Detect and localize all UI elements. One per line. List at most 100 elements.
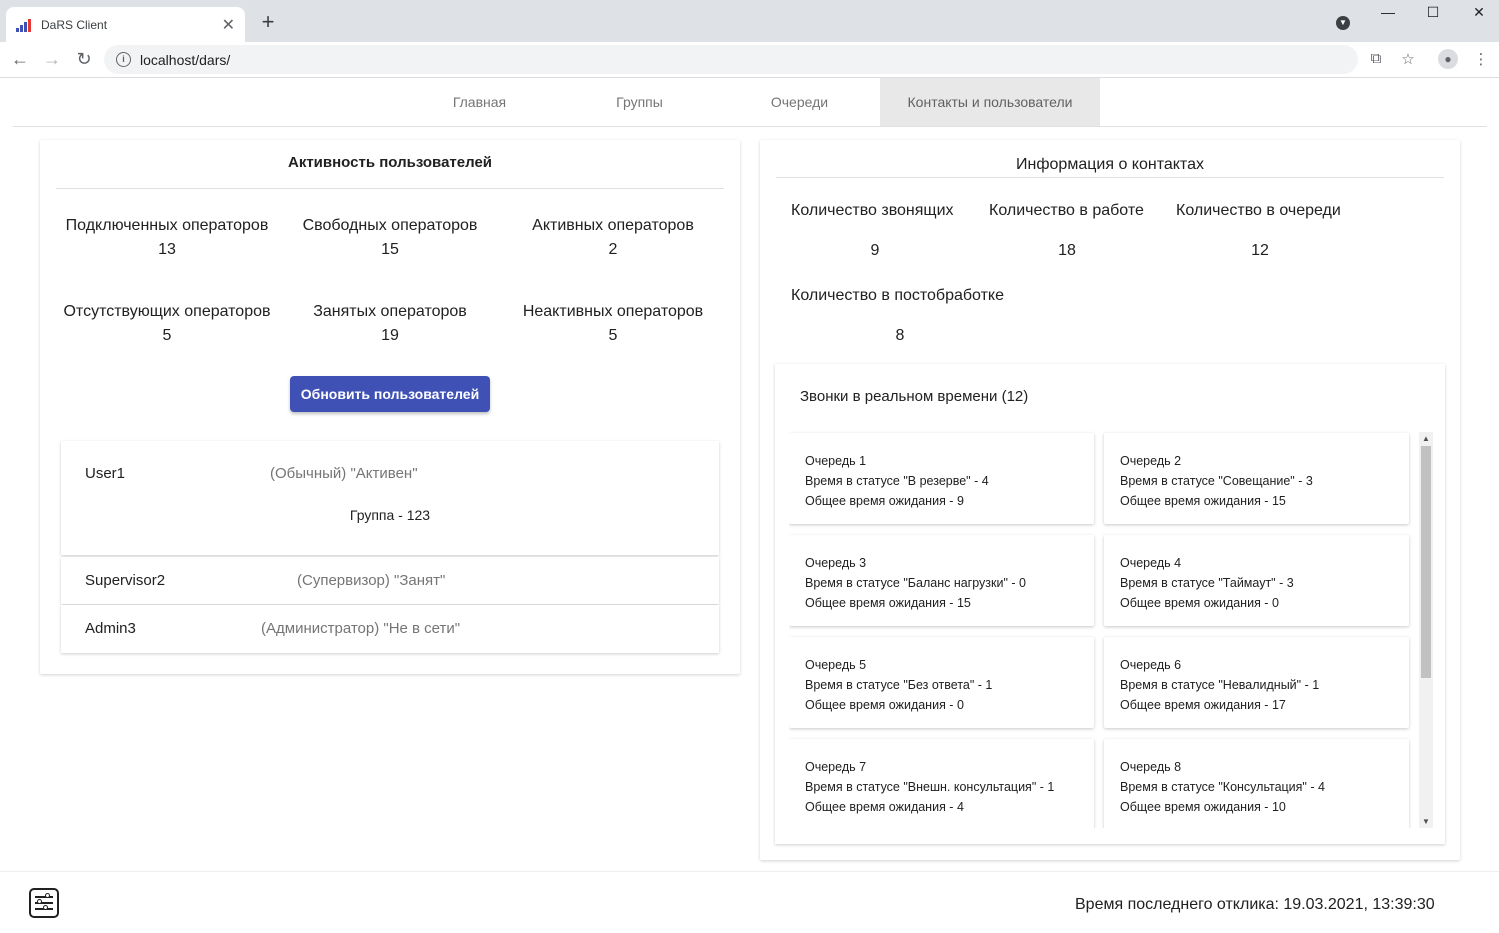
queue-wait-time: Общее время ожидания - 9 [805,494,964,508]
queue-card[interactable]: Очередь 5 Время в статусе "Без ответа" -… [789,637,1094,728]
scrollbar-thumb[interactable] [1421,446,1431,678]
queue-wait-time: Общее время ожидания - 4 [805,800,964,814]
back-icon[interactable]: ← [8,48,32,70]
forward-icon[interactable]: → [40,48,64,70]
tab-contacts-users[interactable]: Контакты и пользователи [880,78,1100,126]
user-panel-user1[interactable]: User1 (Обычный) "Активен" Группа - 123 [61,441,719,555]
queue-wait-time: Общее время ожидания - 0 [805,698,964,712]
queue-name: Очередь 6 [1120,658,1182,672]
bookmark-star-icon[interactable]: ☆ [1398,50,1418,68]
browser-tab-title: DaRS Client [41,17,108,32]
close-tab-icon[interactable]: ✕ [222,15,235,35]
queue-wait-time: Общее время ожидания - 10 [1120,800,1286,814]
settings-sliders-icon[interactable] [29,888,59,918]
callers-count-label: Количество звонящих [791,202,954,219]
site-info-icon[interactable]: i [116,52,131,67]
queue-status-time: Время в статусе "Совещание" - 3 [1120,474,1313,488]
user-role-status: (Обычный) "Активен" [270,465,418,482]
tab-main[interactable]: Главная [403,78,556,126]
queue-card[interactable]: Очередь 4 Время в статусе "Таймаут" - 3 … [1104,535,1409,626]
queue-status-time: Время в статусе "Невалидный" - 1 [1120,678,1320,692]
queue-wait-time: Общее время ожидания - 15 [1120,494,1286,508]
queue-card[interactable]: Очередь 3 Время в статусе "Баланс нагруз… [789,535,1094,626]
url-text: localhost/dars/ [140,51,231,68]
profile-avatar-icon[interactable]: ● [1438,49,1458,69]
queue-wait-time: Общее время ожидания - 15 [805,596,971,610]
user-name: Admin3 [85,620,136,637]
queue-card[interactable]: Очередь 1 Время в статусе "В резерве" - … [789,433,1094,524]
user-name: Supervisor2 [85,572,166,589]
realtime-calls-title: Звонки в реальном времени (12) [800,388,1029,405]
stat-inactive-operators: Неактивных операторов 5 [498,300,728,348]
stat-label: Активных операторов [532,217,694,234]
user-panel-supervisor2[interactable]: Supervisor2 (Супервизор) "Занят" [61,557,719,604]
stat-free-operators: Свободных операторов 15 [275,214,505,262]
scroll-down-icon[interactable]: ▼ [1419,817,1433,826]
divider [776,177,1444,178]
user-panel-admin3[interactable]: Admin3 (Администратор) "Не в сети" [61,605,719,653]
queue-card[interactable]: Очередь 2 Время в статусе "Совещание" - … [1104,433,1409,524]
stat-value: 5 [608,327,618,344]
stat-absent-operators: Отсутствующих операторов 5 [52,300,282,348]
queue-name: Очередь 2 [1120,454,1182,468]
stat-value: 15 [381,241,399,258]
queue-name: Очередь 3 [805,556,867,570]
in-work-count-label: Количество в работе [989,202,1144,219]
maximize-icon[interactable]: ☐ [1423,4,1443,21]
reload-icon[interactable]: ↻ [72,48,96,70]
queue-status-time: Время в статусе "Баланс нагрузки" - 0 [805,576,1026,590]
new-tab-icon[interactable]: + [258,10,278,34]
browser-tabbar: DaRS Client ✕ + ▼ — ☐ ✕ [0,0,1499,42]
in-queue-count-value: 12 [1251,242,1269,259]
post-processing-count-label: Количество в постобработке [791,287,1004,304]
update-users-button[interactable]: Обновить пользователей [290,376,490,412]
queue-status-time: Время в статусе "Внешн. консультация" - … [805,780,1055,794]
user-role-status: (Администратор) "Не в сети" [261,620,461,637]
close-window-icon[interactable]: ✕ [1469,4,1489,21]
stat-label: Свободных операторов [302,217,478,234]
queue-name: Очередь 5 [805,658,867,672]
stat-busy-operators: Занятых операторов 19 [275,300,505,348]
user-group: Группа - 123 [349,507,431,523]
queue-status-time: Время в статусе "В резерве" - 4 [805,474,989,488]
stat-value: 19 [381,327,399,344]
users-activity-title: Активность пользователей [287,154,493,171]
stat-value: 5 [162,327,172,344]
queue-card[interactable]: Очередь 6 Время в статусе "Невалидный" -… [1104,637,1409,728]
users-activity-card: Активность пользователей Подключенных оп… [40,140,740,674]
contacts-info-card: Информация о контактах Количество звонящ… [760,140,1460,860]
browser-tab[interactable]: DaRS Client ✕ [6,7,245,42]
tab-groups[interactable]: Группы [563,78,716,126]
in-queue-count-label: Количество в очереди [1176,202,1341,219]
stat-label: Отсутствующих операторов [63,303,271,320]
queue-name: Очередь 4 [1120,556,1182,570]
footer: Время последнего отклика: 19.03.2021, 13… [0,871,1499,933]
tab-queues[interactable]: Очереди [723,78,876,126]
contacts-info-title: Информация о контактах [1016,156,1204,173]
app-navigation: Главная Группы Очереди Контакты и пользо… [13,78,1487,127]
stat-label: Неактивных операторов [522,303,704,320]
last-response-time: Время последнего отклика: 19.03.2021, 13… [1075,896,1435,913]
translate-icon[interactable]: ⧉ [1366,50,1386,67]
queue-status-time: Время в статусе "Без ответа" - 1 [805,678,993,692]
stat-value: 2 [608,241,618,258]
queue-card[interactable]: Очередь 7 Время в статусе "Внешн. консул… [789,739,1094,828]
in-work-count-value: 18 [1058,242,1076,259]
address-bar[interactable]: i localhost/dars/ [104,45,1358,74]
divider [56,188,724,189]
tab-search-icon[interactable]: ▼ [1336,16,1350,30]
stat-connected-operators: Подключенных операторов 13 [52,214,282,262]
stat-value: 13 [158,241,176,258]
minimize-icon[interactable]: — [1378,4,1398,20]
queue-name: Очередь 8 [1120,760,1182,774]
queue-status-time: Время в статусе "Консультация" - 4 [1120,780,1325,794]
dars-logo-icon [16,18,32,32]
queue-list-scrollbar[interactable]: ▲ ▼ [1419,432,1433,828]
scroll-up-icon[interactable]: ▲ [1419,434,1433,443]
queue-cards-list[interactable]: Очередь 1 Время в статусе "В резерве" - … [789,430,1429,828]
stat-label: Подключенных операторов [65,217,269,234]
queue-name: Очередь 1 [805,454,867,468]
menu-kebab-icon[interactable]: ⋮ [1471,50,1491,68]
queue-card[interactable]: Очередь 8 Время в статусе "Консультация"… [1104,739,1409,828]
stat-active-operators: Активных операторов 2 [498,214,728,262]
